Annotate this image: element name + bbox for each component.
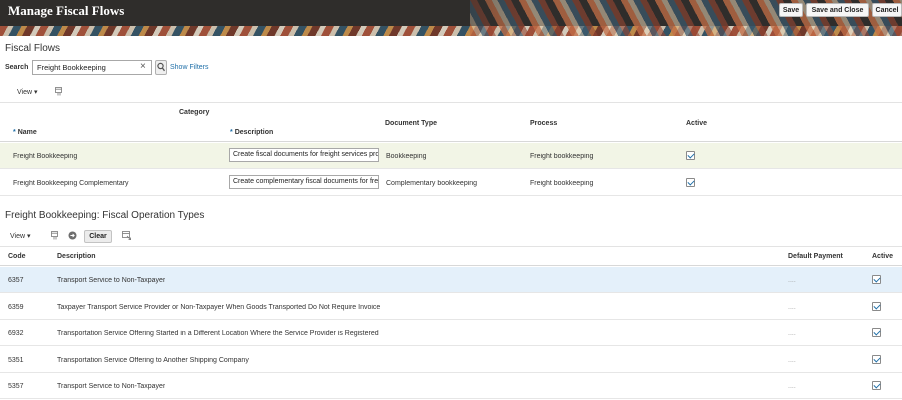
operation-description: Transport Service to Non-Taxpayer	[57, 277, 166, 284]
operation-types-table-header: Code Description Default Payment Active	[0, 246, 902, 266]
view-menu[interactable]: View ▾	[17, 88, 38, 96]
page-header: Manage Fiscal Flows Save Save and Close …	[0, 0, 902, 36]
operation-code: 5357	[8, 383, 24, 390]
default-payment-value[interactable]: ....	[788, 357, 796, 364]
active-checkbox[interactable]	[686, 151, 695, 160]
show-filters-link[interactable]: Show Filters	[170, 64, 209, 71]
fiscal-flows-table-header: Category * Name * Description Document Typ…	[0, 102, 902, 142]
operation-description: Transportation Service Offering Started …	[57, 330, 379, 337]
operation-code: 5351	[8, 357, 24, 364]
column-header-description[interactable]: * Description	[230, 129, 273, 136]
flow-description-field[interactable]: Create fiscal documents for freight serv…	[229, 148, 379, 162]
cancel-button[interactable]: Cancel	[872, 3, 902, 17]
document-type: Complementary bookkeeping	[386, 180, 478, 187]
process: Freight bookkeeping	[530, 153, 594, 160]
column-header-default-payment[interactable]: Default Payment	[788, 253, 843, 260]
category-group-header: Category	[179, 109, 210, 116]
detach-icon[interactable]	[51, 231, 60, 240]
operation-types-title: Freight Bookkeeping: Fiscal Operation Ty…	[5, 210, 205, 221]
table-row[interactable]: 6932 Transportation Service Offering Sta…	[0, 320, 902, 346]
column-header-process[interactable]: Process	[530, 120, 557, 127]
table-row[interactable]: 5357 Transport Service to Non-Taxpayer .…	[0, 373, 902, 399]
default-payment-value[interactable]: ....	[788, 277, 796, 284]
operation-description: Transportation Service Offering to Anoth…	[57, 357, 249, 364]
operation-description: Taxpayer Transport Service Provider or N…	[57, 304, 381, 311]
go-arrow-icon[interactable]	[68, 231, 77, 240]
view-menu[interactable]: View ▾	[10, 232, 31, 240]
operation-code: 6357	[8, 277, 24, 284]
fiscal-flows-title: Fiscal Flows	[5, 43, 61, 54]
table-row[interactable]: 6357 Transport Service to Non-Taxpayer .…	[0, 267, 902, 293]
clear-button[interactable]: Clear	[84, 230, 112, 243]
column-header-code[interactable]: Code	[8, 253, 26, 260]
column-header-name[interactable]: * Name	[13, 129, 37, 136]
active-checkbox[interactable]	[872, 355, 881, 364]
active-checkbox[interactable]	[872, 328, 881, 337]
table-row[interactable]: Freight Bookkeeping Create fiscal docume…	[0, 143, 902, 169]
document-type: Bookkeeping	[386, 153, 427, 160]
default-payment-value[interactable]: ....	[788, 304, 796, 311]
column-header-description[interactable]: Description	[57, 253, 96, 260]
export-icon[interactable]	[122, 231, 131, 240]
clear-x-icon[interactable]: ×	[140, 61, 146, 73]
active-checkbox[interactable]	[872, 381, 881, 390]
search-button[interactable]	[155, 60, 167, 75]
flow-description-field[interactable]: Create complementary fiscal documents fo…	[229, 175, 379, 189]
column-header-active[interactable]: Active	[686, 120, 707, 127]
column-header-active[interactable]: Active	[872, 253, 893, 260]
default-payment-value[interactable]: ....	[788, 383, 796, 390]
table-row[interactable]: 6359 Taxpayer Transport Service Provider…	[0, 294, 902, 320]
search-label: Search	[5, 64, 29, 71]
search-icon	[157, 62, 166, 72]
search-input[interactable]	[32, 60, 152, 75]
save-button[interactable]: Save	[779, 3, 803, 17]
column-header-document-type[interactable]: Document Type	[385, 120, 437, 127]
flow-name: Freight Bookkeeping	[13, 153, 78, 160]
active-checkbox[interactable]	[872, 275, 881, 284]
save-and-close-button[interactable]: Save and Close	[806, 3, 869, 17]
operation-code: 6359	[8, 304, 24, 311]
operation-description: Transport Service to Non-Taxpayer	[57, 383, 166, 390]
table-row[interactable]: 5351 Transportation Service Offering to …	[0, 347, 902, 373]
page-title: Manage Fiscal Flows	[8, 3, 125, 18]
active-checkbox[interactable]	[872, 302, 881, 311]
operation-code: 6932	[8, 330, 24, 337]
process: Freight bookkeeping	[530, 180, 594, 187]
detach-icon[interactable]	[55, 87, 64, 96]
table-row[interactable]: Freight Bookkeeping Complementary Create…	[0, 170, 902, 196]
default-payment-value[interactable]: ....	[788, 330, 796, 337]
flow-name: Freight Bookkeeping Complementary	[13, 180, 129, 187]
active-checkbox[interactable]	[686, 178, 695, 187]
